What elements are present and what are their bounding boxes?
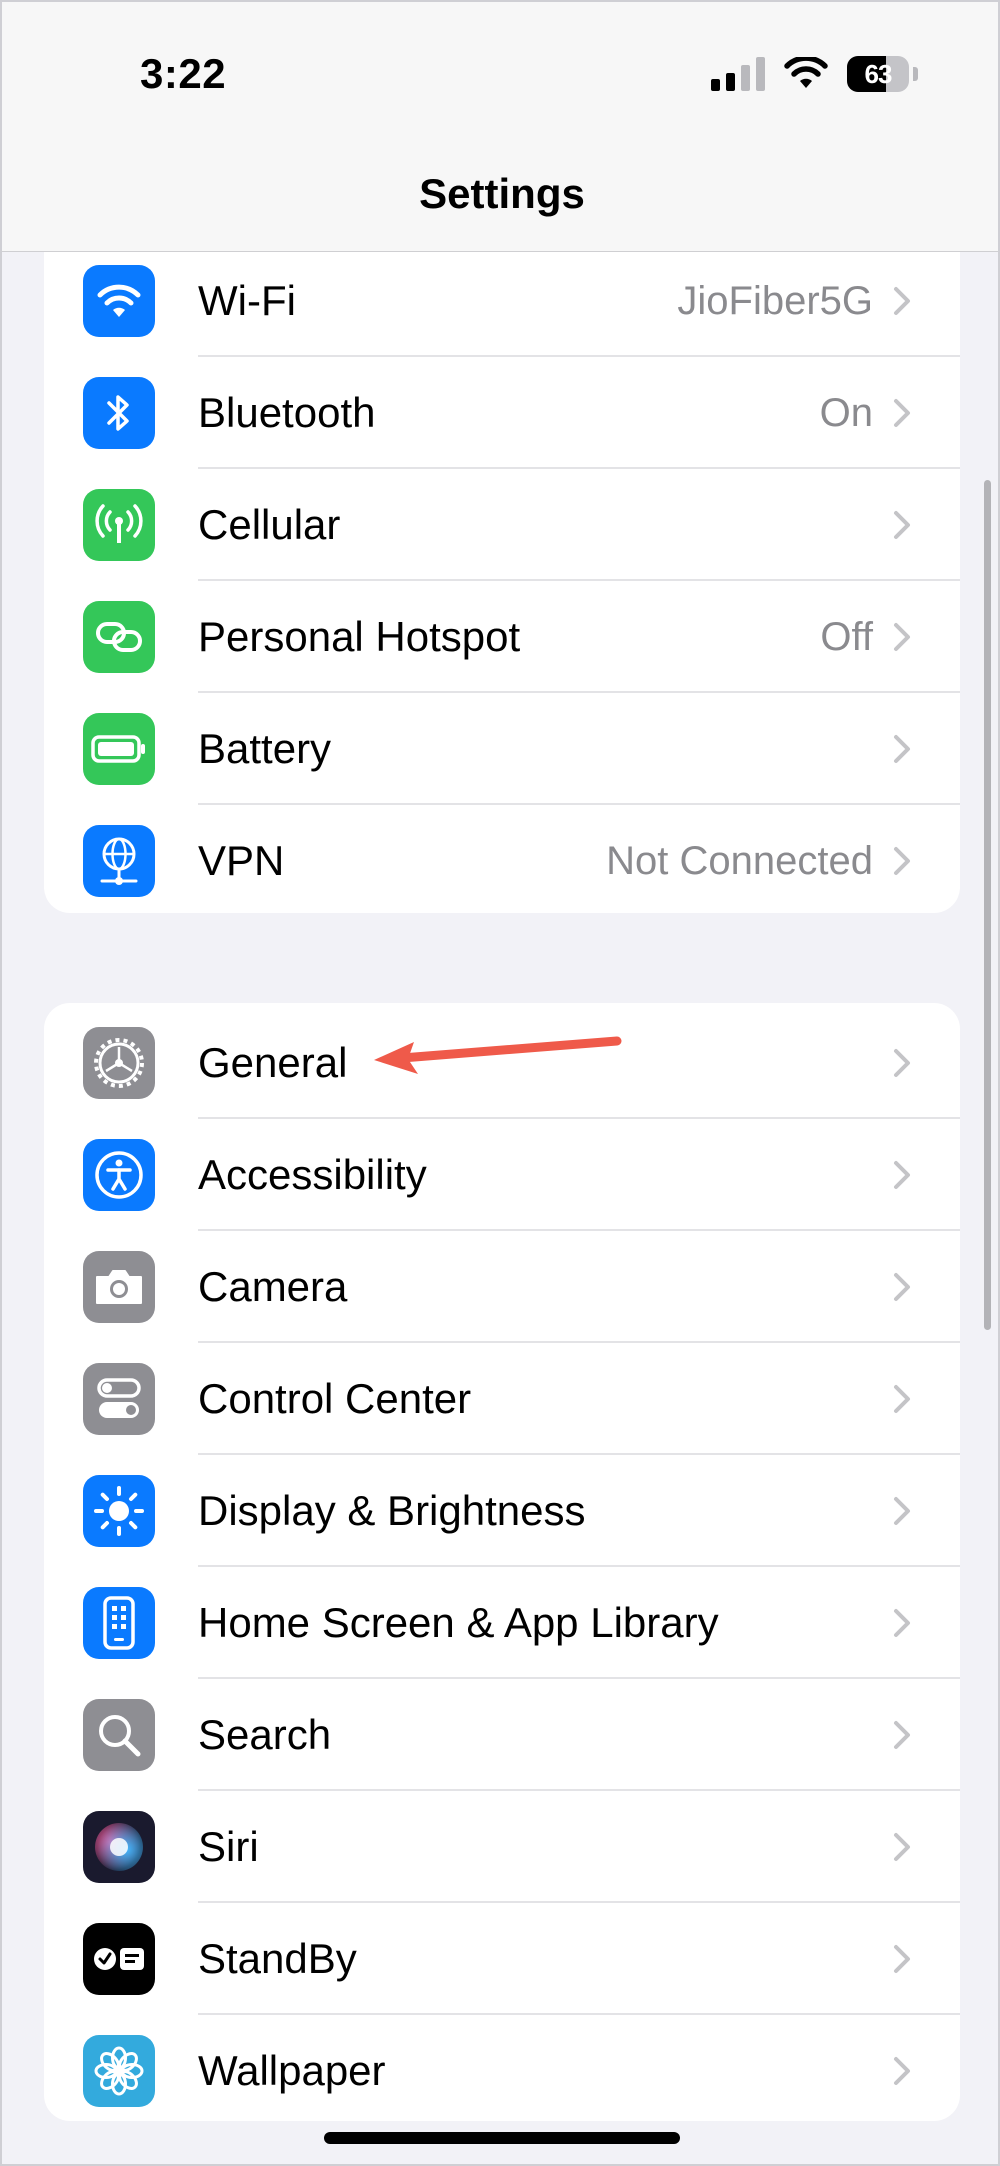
cellular-signal-icon — [711, 57, 765, 91]
toggles-icon — [83, 1363, 155, 1435]
battery-percentage: 63 — [864, 58, 893, 89]
row-label: Wallpaper — [198, 2047, 386, 2094]
siri-icon — [83, 1811, 155, 1883]
wifi-status-icon — [784, 57, 828, 88]
system-group: General Accessibility Camera Control Cen… — [44, 1003, 960, 2121]
chevron-right-icon — [894, 1945, 910, 1973]
chevron-right-icon — [894, 847, 910, 875]
chevron-right-icon — [894, 1497, 910, 1525]
chevron-right-icon — [894, 399, 910, 427]
standby-icon — [83, 1923, 155, 1995]
wifi-icon — [83, 265, 155, 337]
home-indicator[interactable] — [324, 2132, 680, 2144]
accessibility-icon — [83, 1139, 155, 1211]
magnifier-icon — [83, 1699, 155, 1771]
annotation-arrow — [374, 1036, 622, 1074]
cellular-antenna-icon — [83, 489, 155, 561]
scrollbar[interactable] — [984, 480, 991, 1330]
navigation-header: 3:22 63 Settings — [2, 2, 998, 252]
status-icons: 63 — [711, 56, 918, 92]
settings-row-vpn[interactable]: VPN Not Connected — [44, 805, 960, 913]
row-label: Camera — [198, 1263, 348, 1310]
row-label: Battery — [198, 725, 332, 772]
battery-status-icon: 63 — [847, 56, 909, 92]
flower-icon — [83, 2035, 155, 2107]
row-label: Siri — [198, 1823, 259, 1870]
chevron-right-icon — [894, 1609, 910, 1637]
row-label: Search — [198, 1711, 332, 1758]
chevron-right-icon — [894, 623, 910, 651]
connectivity-group: Wi-Fi JioFiber5G Bluetooth On Cellular P… — [44, 227, 960, 913]
chevron-right-icon — [894, 287, 910, 315]
chevron-right-icon — [894, 511, 910, 539]
gear-icon — [83, 1027, 155, 1099]
chevron-right-icon — [894, 1385, 910, 1413]
phone-grid-icon — [83, 1587, 155, 1659]
row-label: Home Screen & App Library — [198, 1599, 719, 1646]
row-label: Control Center — [198, 1375, 472, 1422]
settings-row-siri[interactable]: Siri — [44, 1791, 960, 1903]
chevron-right-icon — [894, 1273, 910, 1301]
hotspot-link-icon — [83, 601, 155, 673]
chevron-right-icon — [894, 1049, 910, 1077]
row-value: On — [819, 390, 873, 435]
sun-icon — [83, 1475, 155, 1547]
chevron-right-icon — [894, 1833, 910, 1861]
settings-row-bluetooth[interactable]: Bluetooth On — [44, 357, 960, 469]
status-time: 3:22 — [140, 50, 227, 97]
settings-screen: 3:22 63 Settings Wi-Fi JioFiber5G Blueto… — [0, 0, 1000, 2166]
row-label: Accessibility — [198, 1151, 427, 1198]
bluetooth-icon — [83, 377, 155, 449]
row-label: General — [198, 1039, 348, 1086]
settings-row-camera[interactable]: Camera — [44, 1231, 960, 1343]
settings-row-personal-hotspot[interactable]: Personal Hotspot Off — [44, 581, 960, 693]
chevron-right-icon — [894, 735, 910, 763]
row-value: Off — [820, 614, 873, 659]
chevron-right-icon — [894, 1721, 910, 1749]
settings-row-battery[interactable]: Battery — [44, 693, 960, 805]
settings-row-standby[interactable]: StandBy — [44, 1903, 960, 2015]
row-label: Display & Brightness — [198, 1487, 586, 1534]
row-value: JioFiber5G — [677, 278, 873, 323]
row-label: Wi-Fi — [198, 277, 296, 324]
battery-cap — [913, 67, 918, 81]
vpn-globe-icon — [83, 825, 155, 897]
settings-row-display-brightness[interactable]: Display & Brightness — [44, 1455, 960, 1567]
battery-icon — [83, 713, 155, 785]
camera-icon — [83, 1251, 155, 1323]
chevron-right-icon — [894, 1161, 910, 1189]
settings-row-accessibility[interactable]: Accessibility — [44, 1119, 960, 1231]
row-value: Not Connected — [606, 838, 873, 883]
settings-row-home-screen[interactable]: Home Screen & App Library — [44, 1567, 960, 1679]
row-label: VPN — [198, 837, 285, 884]
row-label: Bluetooth — [198, 389, 376, 436]
row-label: Cellular — [198, 501, 341, 548]
row-label: StandBy — [198, 1935, 357, 1982]
chevron-right-icon — [894, 2057, 910, 2085]
settings-row-wifi[interactable]: Wi-Fi JioFiber5G — [44, 245, 960, 357]
settings-row-control-center[interactable]: Control Center — [44, 1343, 960, 1455]
settings-row-search[interactable]: Search — [44, 1679, 960, 1791]
page-title: Settings — [419, 170, 585, 217]
settings-row-wallpaper[interactable]: Wallpaper — [44, 2015, 960, 2121]
settings-row-cellular[interactable]: Cellular — [44, 469, 960, 581]
row-label: Personal Hotspot — [198, 613, 521, 660]
